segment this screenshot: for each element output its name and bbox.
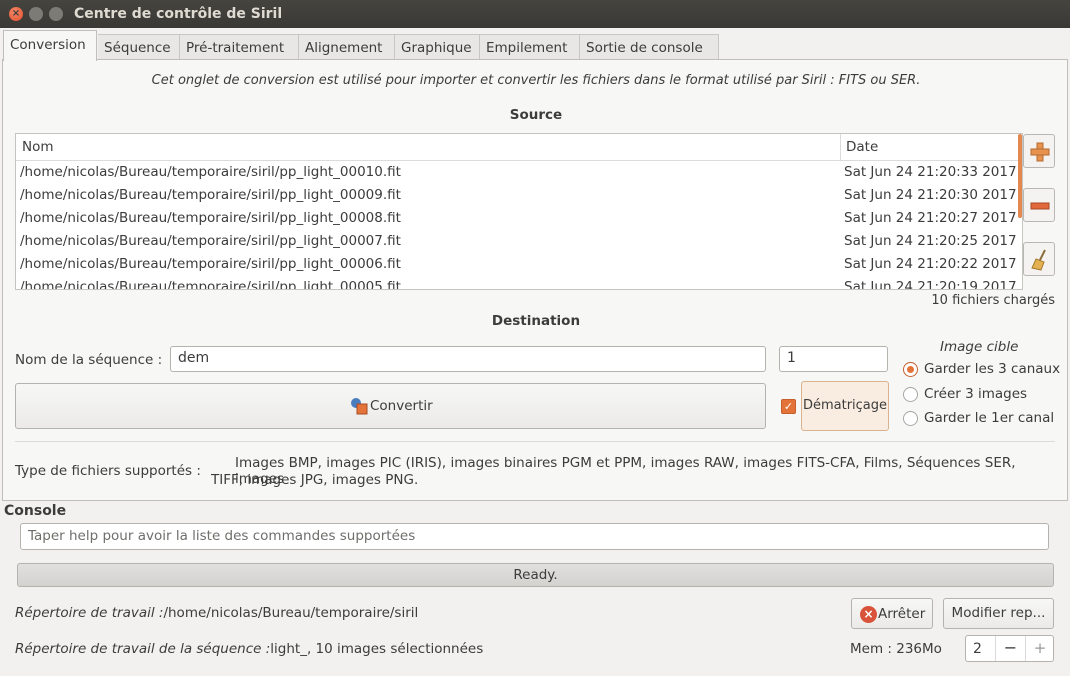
workdir-label: Répertoire de travail :	[15, 605, 164, 621]
convert-label: Convertir	[370, 398, 433, 414]
column-date[interactable]: Date	[846, 139, 878, 155]
minimize-icon[interactable]	[29, 7, 43, 21]
table-row[interactable]: /home/nicolas/Bureau/temporaire/siril/pp…	[16, 254, 1022, 277]
file-date: Sat Jun 24 21:20:27 2017	[844, 210, 1017, 226]
file-name: /home/nicolas/Bureau/temporaire/siril/pp…	[20, 164, 401, 180]
supported-types-line2: TIFF, images JPG, images PNG.	[211, 472, 419, 488]
convert-icon	[350, 397, 368, 419]
table-row[interactable]: /home/nicolas/Bureau/temporaire/siril/pp…	[16, 231, 1022, 254]
source-title: Source	[509, 107, 563, 123]
file-date: Sat Jun 24 21:20:19 2017	[844, 279, 1017, 290]
workdir-row: Répertoire de travail :/home/nicolas/Bur…	[15, 605, 418, 621]
file-name: /home/nicolas/Bureau/temporaire/siril/pp…	[20, 187, 401, 203]
start-index-input[interactable]: 1	[779, 346, 888, 372]
remove-icon	[1030, 202, 1050, 210]
file-name: /home/nicolas/Bureau/temporaire/siril/pp…	[20, 210, 401, 226]
convert-button[interactable]: Convertir	[15, 383, 766, 429]
change-directory-button[interactable]: Modifier rep...	[943, 598, 1054, 629]
broom-icon	[1031, 249, 1046, 271]
file-name: /home/nicolas/Bureau/temporaire/siril/pp…	[20, 233, 401, 249]
status-progress-bar: Ready.	[17, 563, 1054, 587]
loaded-count: 10 fichiers chargés	[931, 293, 1055, 308]
radio-keep-3-channels-label[interactable]: Garder les 3 canaux	[924, 361, 1060, 377]
title-bar: × Centre de contrôle de Siril	[0, 0, 1070, 28]
tab-pretraitement[interactable]: Pré-traitement	[180, 34, 299, 60]
file-date: Sat Jun 24 21:20:25 2017	[844, 233, 1017, 249]
column-name[interactable]: Nom	[22, 139, 54, 155]
table-row[interactable]: /home/nicolas/Bureau/temporaire/siril/pp…	[16, 162, 1022, 185]
column-separator	[840, 134, 841, 161]
close-icon[interactable]: ×	[9, 7, 23, 21]
destination-title: Destination	[491, 313, 581, 329]
minus-icon[interactable]: −	[996, 636, 1025, 661]
memory-usage: Mem : 236Mo	[850, 641, 942, 657]
console-command-input[interactable]: Taper help pour avoir la liste des comma…	[20, 523, 1049, 550]
stop-button[interactable]: × Arrêter	[851, 598, 933, 629]
table-row[interactable]: /home/nicolas/Bureau/temporaire/siril/pp…	[16, 185, 1022, 208]
tab-sortie-console[interactable]: Sortie de console	[580, 34, 719, 60]
tab-empilement[interactable]: Empilement	[480, 34, 580, 60]
conversion-info: Cet onglet de conversion est utilisé pou…	[151, 73, 921, 88]
stop-label: Arrêter	[878, 606, 926, 622]
sequence-dir-value: light_, 10 images sélectionnées	[270, 641, 484, 657]
file-list-header: Nom Date	[16, 134, 1022, 161]
thread-count-spinner[interactable]: 2 − +	[965, 635, 1054, 662]
radio-create-3-images[interactable]	[903, 387, 918, 402]
sequence-name-label: Nom de la séquence :	[15, 352, 163, 368]
tab-conversion[interactable]: Conversion	[3, 30, 97, 61]
radio-keep-first-channel[interactable]	[903, 411, 918, 426]
thread-count-value[interactable]: 2	[973, 641, 982, 657]
tab-sequence[interactable]: Séquence	[98, 34, 180, 60]
file-list[interactable]: Nom Date /home/nicolas/Bureau/temporaire…	[15, 133, 1023, 290]
file-name: /home/nicolas/Bureau/temporaire/siril/pp…	[20, 279, 401, 290]
radio-keep-first-channel-label[interactable]: Garder le 1er canal	[924, 410, 1054, 426]
file-date: Sat Jun 24 21:20:22 2017	[844, 256, 1017, 272]
debayer-toggle[interactable]: Dématriçage	[801, 381, 889, 431]
tab-graphique[interactable]: Graphique	[395, 34, 480, 60]
table-row[interactable]: /home/nicolas/Bureau/temporaire/siril/pp…	[16, 277, 1022, 290]
remove-files-button[interactable]	[1023, 188, 1055, 222]
radio-create-3-images-label[interactable]: Créer 3 images	[924, 386, 1027, 402]
file-name: /home/nicolas/Bureau/temporaire/siril/pp…	[20, 256, 401, 272]
console-title: Console	[4, 503, 67, 519]
sequence-dir-label: Répertoire de travail de la séquence :	[15, 641, 271, 657]
divider	[15, 441, 1055, 442]
window-title: Centre de contrôle de Siril	[74, 6, 283, 22]
sequence-dir-row: Répertoire de travail de la séquence :li…	[15, 641, 483, 657]
supported-types-label: Type de fichiers supportés :	[15, 463, 201, 479]
file-date: Sat Jun 24 21:20:33 2017	[844, 164, 1017, 180]
table-row[interactable]: /home/nicolas/Bureau/temporaire/siril/pp…	[16, 208, 1022, 231]
sequence-name-input[interactable]: dem	[170, 346, 766, 372]
tab-alignement[interactable]: Alignement	[299, 34, 395, 60]
file-date: Sat Jun 24 21:20:30 2017	[844, 187, 1017, 203]
add-files-button[interactable]	[1023, 134, 1055, 168]
image-target-title: Image cible	[940, 339, 1019, 355]
file-list-scrollbar[interactable]	[1018, 134, 1022, 218]
add-icon	[1030, 142, 1050, 162]
stop-icon: ×	[860, 606, 877, 623]
workdir-value: /home/nicolas/Bureau/temporaire/siril	[163, 605, 419, 621]
debayer-checkbox[interactable]: ✓	[781, 399, 796, 414]
plus-icon[interactable]: +	[1026, 636, 1054, 661]
maximize-icon[interactable]	[49, 7, 63, 21]
radio-keep-3-channels[interactable]	[903, 362, 918, 377]
clear-files-button[interactable]	[1023, 242, 1055, 276]
conversion-panel: Cet onglet de conversion est utilisé pou…	[2, 59, 1068, 501]
